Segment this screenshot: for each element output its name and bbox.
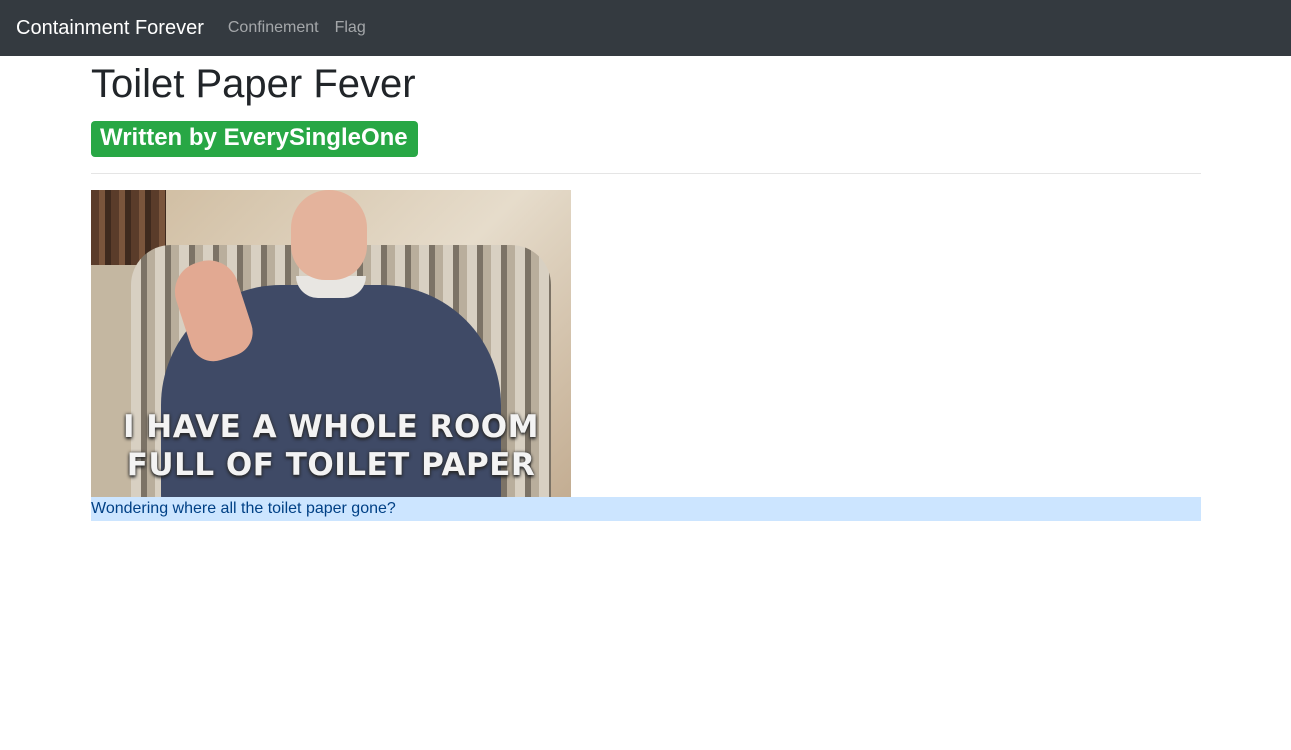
- author-badge: Written by EverySingleOne: [91, 121, 418, 157]
- caption-alert: Wondering where all the toilet paper gon…: [91, 497, 1201, 521]
- gif-caption-line-2: FULL OF TOILET PAPER: [126, 447, 536, 483]
- divider: [91, 173, 1201, 174]
- gif-caption: I HAVE A WHOLE ROOM FULL OF TOILET PAPER: [91, 408, 571, 484]
- toilet-paper-gif: I HAVE A WHOLE ROOM FULL OF TOILET PAPER: [91, 190, 571, 497]
- brand-link[interactable]: Containment Forever: [16, 18, 204, 38]
- top-navbar: Containment Forever Confinement Flag: [0, 0, 1291, 56]
- nav-link-flag[interactable]: Flag: [335, 19, 366, 37]
- nav-link-confinement[interactable]: Confinement: [228, 19, 319, 37]
- gif-caption-line-1: I HAVE A WHOLE ROOM: [122, 409, 540, 445]
- content-container: Toilet Paper Fever Written by EverySingl…: [91, 56, 1201, 521]
- person-head-graphic: [291, 190, 367, 280]
- page-title: Toilet Paper Fever: [91, 62, 416, 106]
